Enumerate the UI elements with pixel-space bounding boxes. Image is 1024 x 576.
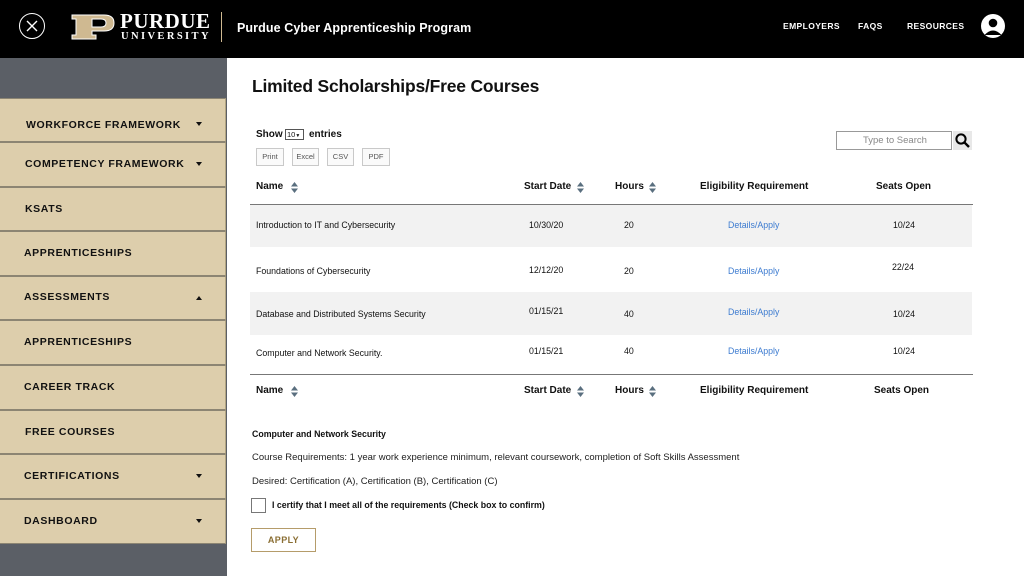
- sidebar-item-label: APPRENTICESHIPS: [24, 247, 133, 259]
- column-header-hours[interactable]: Hours: [615, 181, 644, 192]
- sidebar-item-label: ASSESSMENTS: [24, 291, 110, 303]
- column-header-name[interactable]: Name: [256, 181, 283, 192]
- row-seats-open: 10/24: [893, 309, 916, 319]
- certify-label: I certify that I meet all of the require…: [272, 500, 545, 510]
- header-divider: [221, 12, 222, 42]
- row-name: Database and Distributed Systems Securit…: [256, 309, 426, 319]
- course-desired: Desired: Certification (A), Certificatio…: [252, 476, 498, 487]
- table-divider: [250, 374, 973, 375]
- row-name: Computer and Network Security.: [256, 348, 383, 358]
- details-apply-link[interactable]: Details/Apply: [728, 220, 779, 230]
- pdf-button[interactable]: PDF: [362, 148, 390, 166]
- sidebar-item-label: APPRENTICESHIPS: [24, 336, 133, 348]
- sidebar-item-label: CERTIFICATIONS: [24, 470, 120, 482]
- row-hours: 40: [624, 346, 634, 356]
- row-seats-open: 10/24: [893, 220, 916, 230]
- details-apply-link[interactable]: Details/Apply: [728, 346, 779, 356]
- sort-icon[interactable]: [577, 182, 584, 193]
- sort-icon[interactable]: [649, 182, 656, 193]
- logo-subtitle: UNIVERSITY: [121, 31, 211, 42]
- chevron-down-icon: [196, 474, 202, 478]
- row-hours: 20: [624, 220, 634, 230]
- sort-icon[interactable]: [649, 386, 656, 397]
- entries-label: entries: [309, 129, 342, 140]
- row-seats-open: 22/24: [892, 262, 915, 272]
- footer-header-seats-open: Seats Open: [874, 385, 930, 396]
- sort-icon[interactable]: [577, 386, 584, 397]
- chevron-down-icon: [196, 122, 202, 126]
- sidebar-item-label: COMPETENCY FRAMEWORK: [25, 158, 185, 170]
- search-input[interactable]: Type to Search: [836, 131, 952, 150]
- sidebar-item-assessments[interactable]: ASSESSMENTS: [0, 276, 226, 320]
- row-start-date: 01/15/21: [529, 346, 564, 356]
- column-header-eligibility: Eligibility Requirement: [700, 181, 809, 192]
- sidebar-item-dashboard[interactable]: DASHBOARD: [0, 499, 226, 544]
- chevron-down-icon: [196, 519, 202, 523]
- chevron-down-icon: [196, 162, 202, 166]
- nav-resources[interactable]: RESOURCES: [907, 21, 964, 31]
- sidebar-subitem-apprenticeships[interactable]: APPRENTICESHIPS: [0, 320, 226, 365]
- chevron-down-icon: ▼: [295, 133, 301, 139]
- details-apply-link[interactable]: Details/Apply: [728, 307, 779, 317]
- sidebar: WORKFORCE FRAMEWORK COMPETENCY FRAMEWORK…: [0, 58, 227, 576]
- certify-checkbox[interactable]: [251, 498, 266, 513]
- top-header: PURDUE UNIVERSITY Purdue Cyber Apprentic…: [0, 0, 1024, 58]
- column-header-seats-open: Seats Open: [876, 181, 932, 192]
- course-detail-title: Computer and Network Security: [252, 429, 386, 439]
- print-button[interactable]: Print: [256, 148, 284, 166]
- row-hours: 40: [624, 309, 634, 319]
- row-start-date: 01/15/21: [529, 306, 564, 316]
- search-icon[interactable]: [953, 131, 972, 150]
- nav-faqs[interactable]: FAQS: [858, 21, 883, 31]
- sidebar-item-ksats[interactable]: KSATS: [0, 187, 226, 231]
- row-seats-open: 10/24: [893, 346, 916, 356]
- sidebar-item-label: FREE COURSES: [25, 426, 116, 438]
- row-start-date: 12/12/20: [529, 265, 564, 275]
- chevron-up-icon: [196, 296, 202, 300]
- page-title: Limited Scholarships/Free Courses: [252, 76, 540, 96]
- footer-header-eligibility: Eligibility Requirement: [700, 385, 809, 396]
- sidebar-item-workforce-framework[interactable]: WORKFORCE FRAMEWORK: [0, 98, 226, 142]
- details-apply-link[interactable]: Details/Apply: [728, 266, 779, 276]
- sidebar-item-label: WORKFORCE FRAMEWORK: [26, 119, 181, 131]
- sidebar-item-label: DASHBOARD: [24, 515, 98, 527]
- column-header-start-date[interactable]: Start Date: [524, 181, 571, 192]
- sidebar-item-apprenticeships[interactable]: APPRENTICESHIPS: [0, 231, 226, 276]
- show-label: Show: [256, 129, 283, 140]
- footer-header-start-date[interactable]: Start Date: [524, 385, 571, 396]
- course-requirements: Course Requirements: 1 year work experie…: [252, 452, 740, 463]
- row-name: Foundations of Cybersecurity: [256, 266, 371, 276]
- user-avatar-icon[interactable]: [981, 14, 1005, 38]
- nav-employers[interactable]: EMPLOYERS: [783, 21, 840, 31]
- sidebar-subitem-free-courses[interactable]: FREE COURSES: [0, 410, 226, 454]
- row-start-date: 10/30/20: [529, 220, 564, 230]
- footer-header-name[interactable]: Name: [256, 385, 283, 396]
- sort-icon[interactable]: [291, 182, 298, 193]
- sidebar-item-certifications[interactable]: CERTIFICATIONS: [0, 454, 226, 499]
- purdue-p-logo-icon: [71, 14, 115, 40]
- close-icon[interactable]: [19, 13, 45, 39]
- footer-header-hours[interactable]: Hours: [615, 385, 644, 396]
- sidebar-subitem-career-track[interactable]: CAREER TRACK: [0, 365, 226, 410]
- apply-button[interactable]: APPLY: [251, 528, 316, 552]
- sidebar-item-label: KSATS: [25, 203, 63, 215]
- sidebar-item-competency-framework[interactable]: COMPETENCY FRAMEWORK: [0, 142, 226, 187]
- row-hours: 20: [624, 266, 634, 276]
- logo-wordmark: PURDUE: [120, 9, 211, 33]
- row-name: Introduction to IT and Cybersecurity: [256, 220, 396, 230]
- program-title: Purdue Cyber Apprenticeship Program: [237, 21, 472, 35]
- sidebar-item-label: CAREER TRACK: [24, 381, 116, 393]
- csv-button[interactable]: CSV: [327, 148, 354, 166]
- sort-icon[interactable]: [291, 386, 298, 397]
- excel-button[interactable]: Excel: [292, 148, 319, 166]
- entries-select[interactable]: 10▼: [285, 129, 304, 140]
